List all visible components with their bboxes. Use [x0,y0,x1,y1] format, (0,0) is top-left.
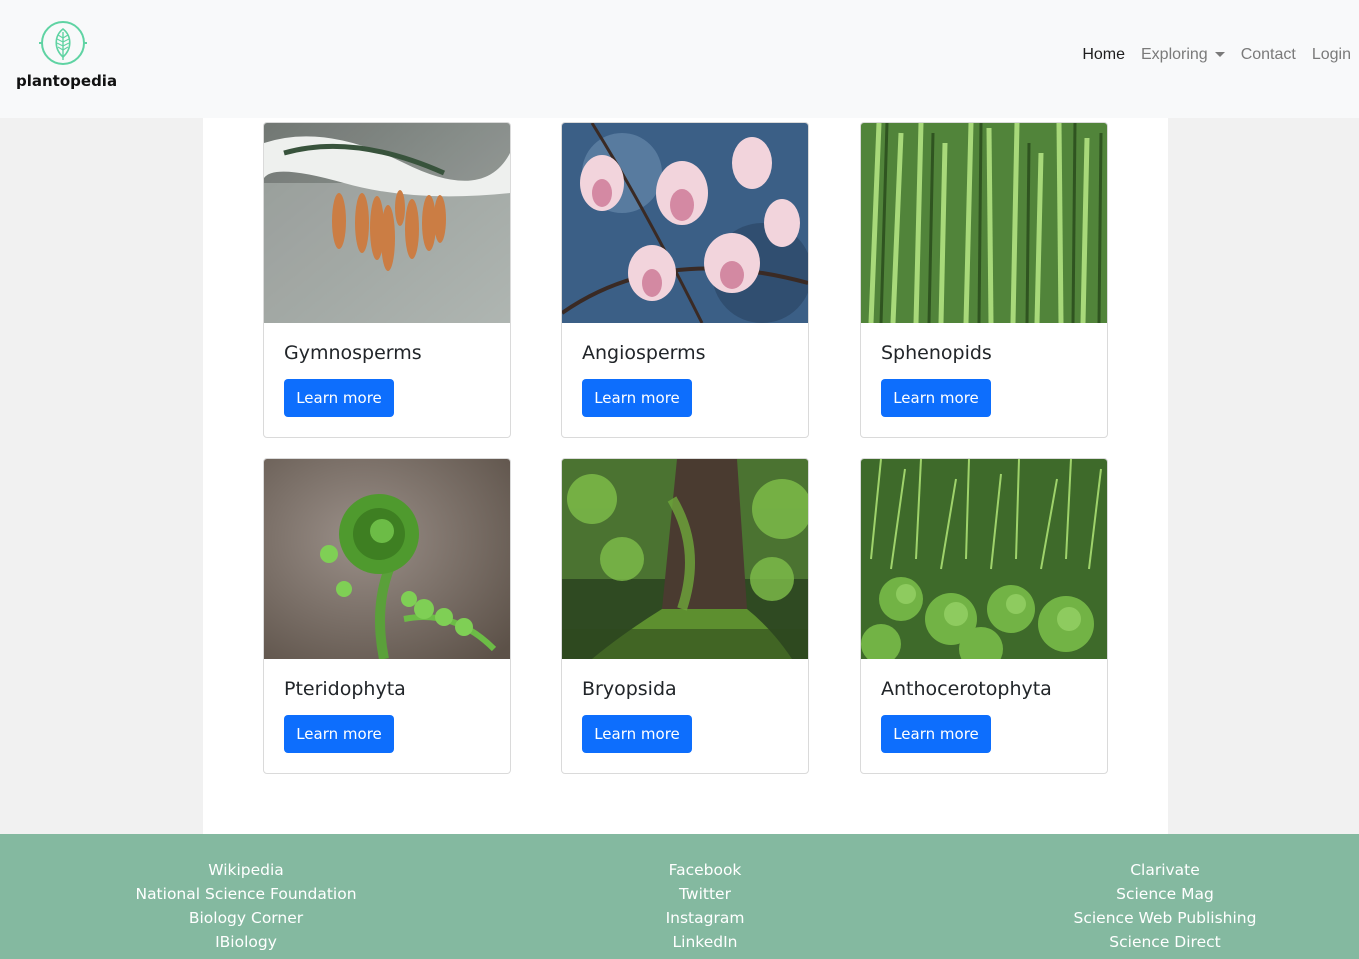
learn-more-button[interactable]: Learn more [881,379,991,417]
nav-contact[interactable]: Contact [1241,44,1296,66]
footer: Wikipedia National Science Foundation Bi… [0,834,1359,959]
footer-column-resources: Wikipedia National Science Foundation Bi… [96,858,396,954]
navbar: plantopedia Home Exploring Contact Login [0,0,1359,118]
footer-link[interactable]: Biology Corner [96,906,396,930]
card-bryopsida: Bryopsida Learn more [561,458,809,774]
learn-more-button[interactable]: Learn more [582,379,692,417]
card-image-bryopsida [562,459,808,659]
nav-home[interactable]: Home [1082,44,1125,66]
card-title: Anthocerotophyta [881,678,1052,700]
card-image-sphenopids [861,123,1107,323]
footer-link[interactable]: Science Web Publishing [1015,906,1315,930]
footer-link[interactable]: Clarivate [1015,858,1315,882]
card-image-anthocerotophyta [861,459,1107,659]
footer-column-publications: Clarivate Science Mag Science Web Publis… [1015,858,1315,954]
learn-more-button[interactable]: Learn more [284,715,394,753]
chevron-down-icon [1214,52,1225,58]
card-title: Bryopsida [582,678,677,700]
footer-link[interactable]: National Science Foundation [96,882,396,906]
card-title: Pteridophyta [284,678,406,700]
card-title: Sphenopids [881,342,992,364]
card-angiosperms: Angiosperms Learn more [561,122,809,438]
footer-link[interactable]: Twitter [555,882,855,906]
footer-column-social: Facebook Twitter Instagram LinkedIn [555,858,855,954]
card-anthocerotophyta: Anthocerotophyta Learn more [860,458,1108,774]
nav-exploring-dropdown[interactable]: Exploring [1141,44,1225,66]
learn-more-button[interactable]: Learn more [284,379,394,417]
footer-link[interactable]: Wikipedia [96,858,396,882]
footer-link[interactable]: Science Direct [1015,930,1315,954]
card-sphenopids: Sphenopids Learn more [860,122,1108,438]
card-title: Angiosperms [582,342,706,364]
learn-more-button[interactable]: Learn more [582,715,692,753]
main-content: Gymnosperms Learn more Angiosperms Learn… [203,118,1168,834]
learn-more-button[interactable]: Learn more [881,715,991,753]
card-image-gymnosperms [264,123,510,323]
card-pteridophyta: Pteridophyta Learn more [263,458,511,774]
footer-link[interactable]: Facebook [555,858,855,882]
brand-name: plantopedia [16,72,118,90]
footer-link[interactable]: Instagram [555,906,855,930]
card-image-pteridophyta [264,459,510,659]
card-title: Gymnosperms [284,342,422,364]
nav-login[interactable]: Login [1312,44,1351,66]
footer-link[interactable]: Science Mag [1015,882,1315,906]
main-nav: Home Exploring Contact Login [1082,44,1351,66]
card-gymnosperms: Gymnosperms Learn more [263,122,511,438]
leaf-logo-icon [39,21,87,65]
nav-exploring-label: Exploring [1141,46,1208,63]
brand-logo-link[interactable]: plantopedia [16,18,118,94]
footer-link[interactable]: LinkedIn [555,930,855,954]
footer-link[interactable]: IBiology [96,930,396,954]
card-image-angiosperms [562,123,808,323]
